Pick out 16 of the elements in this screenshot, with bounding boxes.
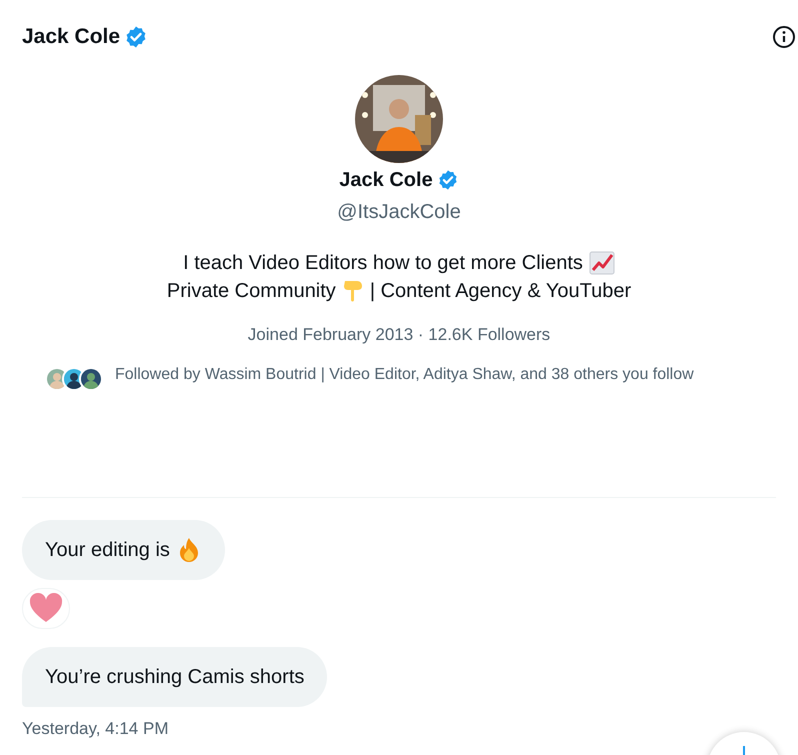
profile-handle: @ItsJackCole	[337, 200, 461, 225]
bio-text: | Content Agency & YouTuber	[370, 279, 632, 304]
profile-name[interactable]: Jack Cole	[339, 165, 433, 195]
joined-followers-text: Joined February 2013 · 12.6K Followers	[248, 324, 550, 346]
message-text: You’re crushing Camis shorts	[45, 664, 304, 690]
bio-text: Private Community	[166, 279, 336, 304]
message-timestamp: Yesterday, 4:14 PM	[22, 718, 168, 740]
bio-text: I teach Video Editors how to get more Clients	[183, 251, 583, 276]
pointing-down-hand-icon	[342, 278, 364, 304]
heart-reaction[interactable]	[22, 588, 70, 628]
info-icon[interactable]	[772, 25, 796, 49]
message-text: Your editing is	[45, 538, 170, 562]
conversation-title: Jack Cole	[22, 24, 120, 50]
followed-by-text[interactable]: Followed by Wassim Boutrid | Video Editor, Aditya Shaw, and 38 others you follow	[115, 364, 694, 386]
chart-increasing-icon	[588, 251, 615, 275]
heart-icon	[29, 593, 63, 623]
